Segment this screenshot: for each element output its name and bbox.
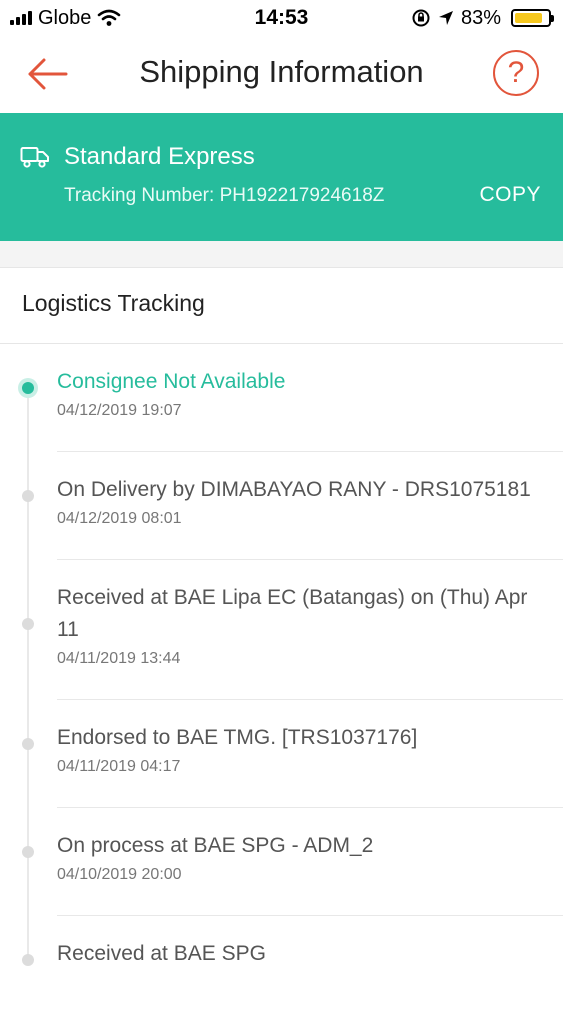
timeline-dot bbox=[22, 846, 34, 858]
help-button[interactable]: ? bbox=[493, 50, 539, 96]
timeline-time: 04/11/2019 13:44 bbox=[57, 650, 181, 667]
timeline-event: Endorsed to BAE TMG. [TRS1037176] 04/11/2… bbox=[0, 700, 563, 808]
timeline-event: On Delivery by DIMABAYAO RANY - DRS10751… bbox=[0, 452, 563, 560]
timeline-status: Consignee Not Available bbox=[57, 370, 286, 393]
timeline-status: Received at BAE Lipa EC (Batangas) on (T… bbox=[57, 586, 528, 641]
timeline-status: Endorsed to BAE TMG. [TRS1037176] bbox=[57, 726, 418, 749]
timeline-status: Received at BAE SPG bbox=[57, 942, 266, 965]
status-left: Globe bbox=[10, 7, 121, 30]
timeline-time: 04/12/2019 08:01 bbox=[57, 510, 182, 527]
timeline-time: 04/12/2019 19:07 bbox=[57, 402, 182, 419]
service-name: Standard Express bbox=[64, 143, 255, 170]
timeline-time: 04/10/2019 20:00 bbox=[57, 866, 182, 883]
logistics-tracking-title: Logistics Tracking bbox=[22, 290, 205, 316]
page-title: Shipping Information bbox=[139, 54, 424, 89]
signal-icon bbox=[10, 11, 32, 25]
copy-button[interactable]: COPY bbox=[479, 183, 541, 207]
timeline-status: On Delivery by DIMABAYAO RANY - DRS10751… bbox=[57, 478, 531, 501]
timeline-event: On process at BAE SPG - ADM_2 04/10/2019 … bbox=[0, 808, 563, 916]
rotation-lock-icon bbox=[412, 9, 430, 27]
battery-icon bbox=[511, 9, 554, 27]
navigation-header: Shipping Information ? bbox=[0, 36, 563, 113]
timeline-event: Received at BAE Lipa EC (Batangas) on (T… bbox=[0, 560, 563, 700]
wifi-icon bbox=[98, 9, 121, 26]
back-arrow-icon[interactable] bbox=[26, 56, 70, 92]
status-right: 83% bbox=[411, 6, 554, 30]
timeline-dot bbox=[22, 618, 34, 630]
timeline-dot bbox=[22, 954, 34, 966]
timeline-status: On process at BAE SPG - ADM_2 bbox=[57, 834, 374, 857]
timeline-event: Consignee Not Available 04/12/2019 19:07 bbox=[0, 344, 563, 452]
battery-level bbox=[515, 13, 542, 23]
battery-percent: 83% bbox=[460, 6, 501, 29]
timeline-dot bbox=[22, 738, 34, 750]
truck-icon bbox=[20, 147, 49, 168]
shipment-banner: Standard Express Tracking Number: PH1922… bbox=[0, 113, 563, 241]
status-bar: Globe 14:53 83% bbox=[0, 0, 563, 36]
timeline-time: 04/11/2019 04:17 bbox=[57, 758, 181, 775]
carrier-name: Globe bbox=[38, 6, 92, 29]
timeline-event: Received at BAE SPG bbox=[0, 916, 563, 1024]
timeline-dot-active bbox=[22, 382, 34, 394]
location-arrow-icon bbox=[438, 11, 453, 25]
tracking-number: Tracking Number: PH192217924618Z bbox=[64, 185, 385, 206]
section-gap bbox=[0, 241, 563, 268]
timeline-dot bbox=[22, 490, 34, 502]
